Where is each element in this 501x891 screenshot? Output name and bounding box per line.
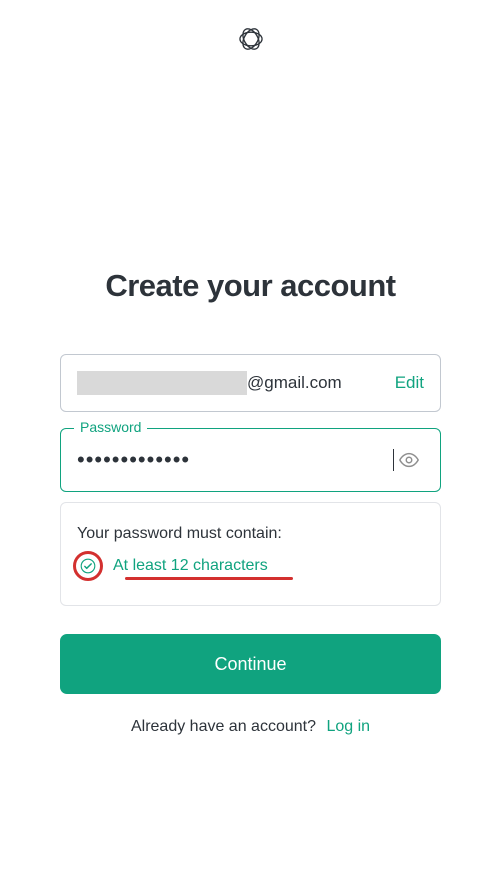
edit-email-link[interactable]: Edit <box>395 373 424 393</box>
openai-logo <box>234 22 268 56</box>
continue-button[interactable]: Continue <box>60 634 441 694</box>
password-requirements-box: Your password must contain: At least 12 … <box>60 502 441 606</box>
toggle-password-visibility-button[interactable] <box>394 445 424 475</box>
page-title: Create your account <box>105 268 395 304</box>
password-input-wrap[interactable]: ••••••••••••• <box>60 428 441 492</box>
login-link[interactable]: Log in <box>326 718 370 735</box>
annotation-circle <box>73 551 103 581</box>
email-redacted-local-part <box>77 371 247 395</box>
password-input[interactable]: ••••••••••••• <box>77 447 395 473</box>
requirement-text: At least 12 characters <box>113 557 268 575</box>
login-prompt-text: Already have an account? <box>131 718 316 735</box>
eye-icon <box>398 449 420 471</box>
password-label: Password <box>74 419 147 435</box>
login-prompt-row: Already have an account? Log in <box>60 718 441 736</box>
requirement-checkmark <box>77 555 99 577</box>
email-domain-suffix: @gmail.com <box>247 373 342 393</box>
requirement-row: At least 12 characters <box>77 555 424 577</box>
requirements-heading: Your password must contain: <box>77 525 424 543</box>
annotation-underline <box>125 577 293 580</box>
email-field: @gmail.com Edit <box>60 354 441 412</box>
